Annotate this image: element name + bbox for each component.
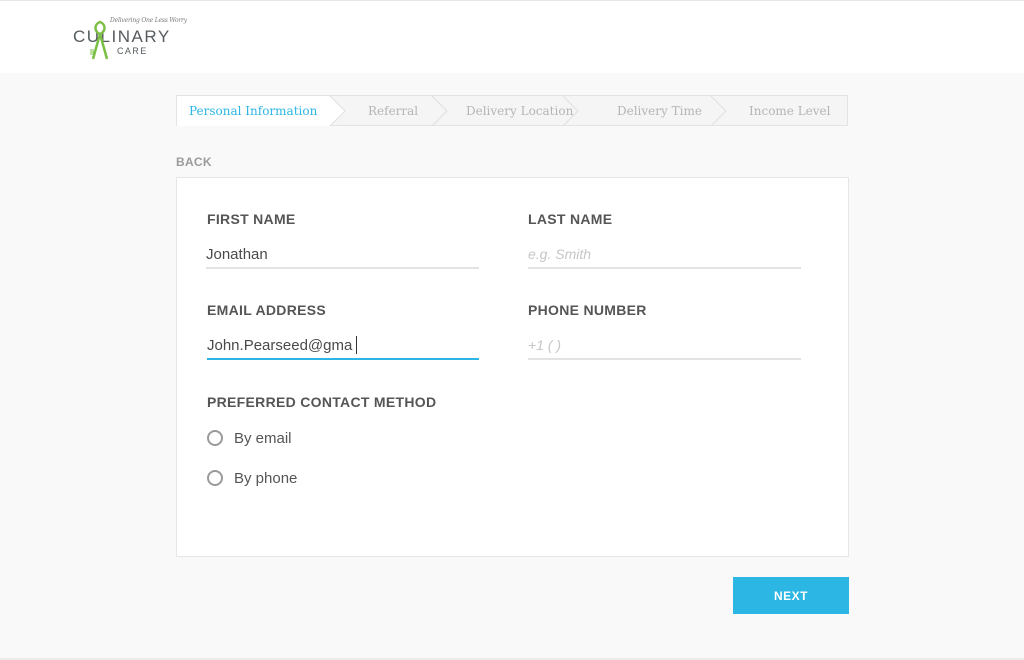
email-label: EMAIL ADDRESS	[207, 302, 327, 318]
step-delivery-location[interactable]: Delivery Location	[466, 96, 573, 125]
radio-label-email: By email	[234, 429, 292, 447]
ribbon-icon	[90, 20, 109, 60]
phone-label: PHONE NUMBER	[528, 302, 647, 318]
site-header: Delivering One Less Worry CULINARY CARE	[0, 1, 1024, 73]
next-button[interactable]: NEXT	[733, 577, 849, 614]
step-personal-information[interactable]: Personal Information	[189, 96, 317, 125]
culinary-care-logo[interactable]: Delivering One Less Worry CULINARY CARE	[73, 15, 187, 63]
personal-info-form: FIRST NAME LAST NAME EMAIL ADDRESS PHONE…	[176, 177, 849, 557]
radio-label-phone: By phone	[234, 469, 298, 487]
progress-stepper: Personal Information Referral Delivery L…	[176, 95, 848, 127]
logo-subword: CARE	[117, 46, 148, 56]
back-link[interactable]: BACK	[176, 155, 212, 169]
last-name-label: LAST NAME	[528, 211, 613, 227]
first-name-label: FIRST NAME	[207, 211, 296, 227]
text-caret	[356, 336, 357, 354]
step-delivery-time[interactable]: Delivery Time	[617, 96, 702, 125]
phone-input[interactable]	[528, 332, 801, 360]
last-name-input[interactable]	[528, 241, 801, 269]
radio-option-email[interactable]: By email	[207, 427, 292, 449]
radio-circle-icon[interactable]	[207, 470, 223, 486]
contact-method-label: PREFERRED CONTACT METHOD	[207, 394, 437, 410]
logo-tagline: Delivering One Less Worry	[110, 17, 187, 24]
radio-circle-icon[interactable]	[207, 430, 223, 446]
first-name-input[interactable]	[206, 241, 479, 269]
step-referral[interactable]: Referral	[368, 96, 418, 125]
email-input[interactable]	[207, 332, 479, 360]
radio-option-phone[interactable]: By phone	[207, 467, 297, 489]
step-income-level[interactable]: Income Level	[749, 96, 831, 125]
